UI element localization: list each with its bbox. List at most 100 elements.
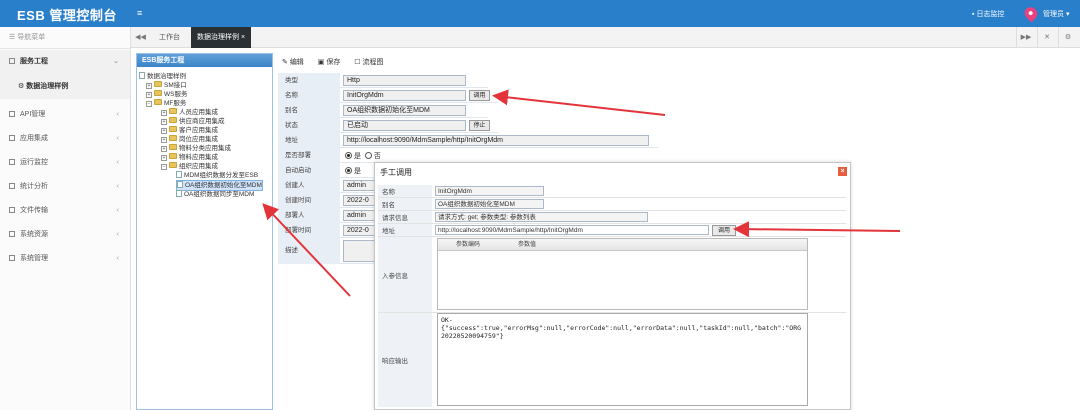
tree-node[interactable]: + WS服务	[146, 90, 187, 99]
expand-icon[interactable]: +	[161, 146, 167, 152]
radio-no[interactable]	[364, 152, 372, 159]
nav-title: ☰ 导航菜单	[0, 27, 130, 49]
radio-yes[interactable]	[345, 152, 352, 159]
save-button[interactable]: ▣ 保存	[318, 59, 347, 66]
tree-node[interactable]: + 人员应用集成	[161, 108, 218, 117]
call-button[interactable]: 调用	[469, 90, 490, 101]
tree-node[interactable]: + 客户应用集成	[161, 126, 218, 135]
folder-icon	[169, 153, 177, 159]
close-icon[interactable]: ×	[838, 167, 847, 176]
tab-scroll-left-icon[interactable]: ◀◀	[131, 27, 150, 48]
chevron-left-icon: ‹	[116, 135, 119, 142]
expand-icon[interactable]: +	[146, 92, 152, 98]
tree-node-root[interactable]: 数据治理样例	[139, 72, 186, 81]
user-name: 管理员	[1043, 11, 1064, 18]
folder-icon	[154, 99, 162, 105]
type-field: Http	[343, 75, 466, 86]
gear-icon[interactable]: ⚙	[1058, 27, 1077, 48]
collapse-icon[interactable]: −	[146, 101, 152, 107]
expand-icon[interactable]: +	[161, 119, 167, 125]
deploy-time-field: 2022-0	[343, 225, 375, 236]
sidebar-item-data-governance[interactable]: ⚙ 数据治理样例	[0, 74, 130, 99]
chevron-left-icon: ‹	[116, 231, 119, 238]
dialog-address-input[interactable]: http://localhost:9090/MdmSample/http/Ini…	[435, 225, 709, 235]
file-icon	[9, 207, 15, 213]
chevron-left-icon: ‹	[116, 207, 119, 214]
name-field: InitOrgMdm	[343, 90, 466, 101]
expand-icon[interactable]: +	[161, 110, 167, 116]
tree-node[interactable]: − MF服务	[146, 99, 186, 108]
dialog-alias-field: OA组织数据初始化至MDM	[435, 199, 544, 209]
address-field: http://localhost:9090/MdmSample/http/Ini…	[343, 135, 649, 146]
tree-node[interactable]: − 组织应用集成	[161, 162, 218, 171]
sidebar-item-api[interactable]: API管理 ‹	[0, 103, 130, 127]
menu-toggle-icon[interactable]: ≡	[137, 8, 142, 18]
radio-yes[interactable]	[345, 167, 352, 174]
folder-icon	[169, 135, 177, 141]
tree-node[interactable]: + 物料应用集成	[161, 153, 218, 162]
sidebar-item-system-manage[interactable]: 系统管理 ‹	[0, 247, 130, 271]
tree-leaf[interactable]: MDM组织数据分发至ESB	[176, 171, 258, 180]
tree-leaf[interactable]: OA组织数据同步至MDM	[176, 190, 254, 199]
grid-header: 参数编码 参数值	[438, 239, 807, 251]
manual-call-dialog: 手工调用 × 名称 InitOrgMdm 别名 OA组织数据初始化至MDM 请求信息…	[374, 162, 851, 410]
expand-icon[interactable]: +	[161, 128, 167, 134]
dialog-row-name: 名称 InitOrgMdm	[378, 185, 846, 198]
deployer-field: admin	[343, 210, 375, 221]
tree-node[interactable]: + 岗位应用集成	[161, 135, 218, 144]
input-params-grid[interactable]: 参数编码 参数值	[437, 238, 808, 310]
sidebar-item-statistics[interactable]: 统计分析 ‹	[0, 175, 130, 199]
close-tabs-icon[interactable]: ✕	[1037, 27, 1056, 48]
log-monitor-label: 日志监控	[976, 11, 1005, 18]
tree-node[interactable]: + SM接口	[146, 81, 187, 90]
tab-bar: ◀◀ 工作台 数据治理样例 × ▶▶ ✕ ⚙	[131, 27, 1080, 48]
sidebar-item-app-integration[interactable]: 应用集成 ‹	[0, 127, 130, 151]
row-address: 地址 http://localhost:9090/MdmSample/http/I…	[278, 133, 658, 148]
log-monitor-link[interactable]: ▪ 日志监控	[972, 9, 1004, 19]
row-alias: 别名 OA组织数据初始化至MDM	[278, 103, 488, 118]
expand-icon[interactable]: +	[161, 155, 167, 161]
file-icon	[176, 190, 182, 197]
sidebar-item-file-transfer[interactable]: 文件传输 ‹	[0, 199, 130, 223]
col-param-value: 参数值	[518, 242, 537, 248]
folder-icon	[154, 90, 162, 96]
folder-icon	[169, 117, 177, 123]
settings-icon	[9, 255, 15, 261]
tab-workbench[interactable]: 工作台	[153, 27, 186, 48]
expand-icon[interactable]: +	[161, 137, 167, 143]
avatar[interactable]	[1022, 4, 1040, 23]
edit-button[interactable]: ✎ 编辑	[282, 59, 310, 66]
user-menu[interactable]: 管理员 ▾	[1043, 9, 1069, 19]
tree-panel: ESB服务工程 数据治理样例 + SM接口 + WS服务 − MF服务 + 人员应用集成…	[136, 53, 273, 410]
sidebar-item-runtime-monitor[interactable]: 运行监控 ‹	[0, 151, 130, 175]
tree-node[interactable]: + 物料分类应用集成	[161, 144, 231, 153]
resource-icon	[9, 231, 15, 237]
folder-icon	[169, 144, 177, 150]
response-output-textarea[interactable]: OK- {"success":true,"errorMsg":null,"err…	[437, 313, 808, 406]
folder-icon	[154, 81, 162, 87]
sidebar-item-service-project[interactable]: 服务工程 ⌄	[0, 50, 130, 74]
dialog-row-address: 地址 http://localhost:9090/MdmSample/http/I…	[378, 224, 846, 237]
tab-scroll-right-icon[interactable]: ▶▶	[1016, 27, 1035, 48]
arrow-to-call-button	[492, 89, 666, 116]
stop-button[interactable]: 停止	[469, 120, 490, 131]
tab-data-governance[interactable]: 数据治理样例 ×	[191, 27, 252, 48]
row-type: 类型 Http	[278, 73, 488, 88]
sidebar-item-system-resource[interactable]: 系统资源 ‹	[0, 223, 130, 247]
row-status: 状态 已启动 停止	[278, 118, 498, 133]
flowchart-button[interactable]: ☐ 流程图	[354, 59, 389, 66]
api-icon	[9, 111, 15, 117]
monitor-icon	[9, 159, 15, 165]
collapse-icon[interactable]: −	[161, 164, 167, 170]
tab-close-icon[interactable]: ×	[241, 34, 245, 41]
description-field[interactable]	[343, 240, 375, 262]
expand-icon[interactable]: +	[146, 83, 152, 89]
alias-field: OA组织数据初始化至MDM	[343, 105, 466, 116]
dialog-name-field: InitOrgMdm	[435, 186, 544, 196]
deploy-radio-group[interactable]: 是 否	[345, 151, 381, 161]
dialog-call-button[interactable]: 调用	[712, 225, 736, 236]
row-name: 名称 InitOrgMdm 调用	[278, 88, 498, 103]
tree-node[interactable]: + 供应商应用集成	[161, 117, 225, 126]
top-header: ESB 管理控制台 ≡ ▪ 日志监控 管理员 ▾	[0, 0, 1080, 27]
autostart-radio-group[interactable]: 是	[345, 166, 361, 176]
